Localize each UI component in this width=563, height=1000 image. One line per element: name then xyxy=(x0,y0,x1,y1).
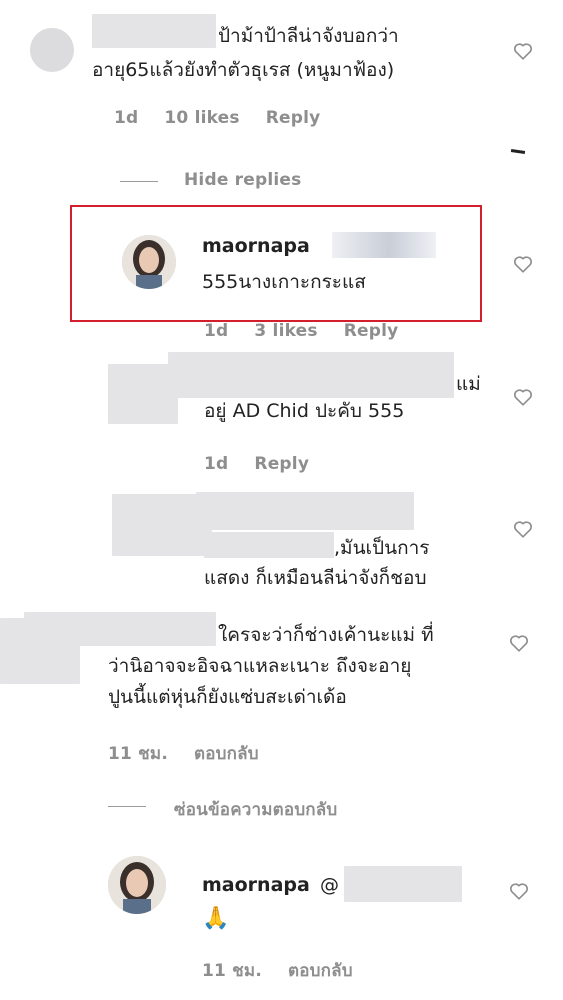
heart-outline-icon[interactable] xyxy=(512,518,534,540)
redacted-username xyxy=(168,352,454,398)
comment-time: 11 ชม. xyxy=(202,961,262,981)
avatar[interactable] xyxy=(122,235,176,289)
comment-text-line: ใครจะว่าก็ช่างเค้านะแม่ ที่ xyxy=(218,624,434,646)
reply-button[interactable]: Reply xyxy=(254,454,309,474)
comment-meta: 11 ชม. ตอบกลับ xyxy=(202,957,379,984)
redacted-username xyxy=(204,532,334,558)
redacted-username xyxy=(196,492,414,530)
username[interactable]: maornapa xyxy=(202,230,310,263)
emoji-folded-hands: 🙏 xyxy=(202,906,230,931)
avatar[interactable] xyxy=(30,28,74,72)
mention-prefix[interactable]: @ xyxy=(320,869,339,902)
reply-button[interactable]: ตอบกลับ xyxy=(288,961,353,981)
comment-time: 1d xyxy=(114,108,139,128)
redacted-username xyxy=(92,14,216,48)
username[interactable]: maornapa xyxy=(202,869,310,902)
comment-text-line: ป้าม้าป้าลีน่าจังบอกว่า xyxy=(218,25,399,47)
heart-outline-icon[interactable] xyxy=(508,880,530,902)
reply-button[interactable]: ตอบกลับ xyxy=(194,744,259,764)
heart-outline-icon[interactable] xyxy=(508,632,530,654)
comment-meta: 11 ชม. ตอบกลับ xyxy=(108,740,285,767)
hide-replies-button[interactable]: ซ่อนข้อความตอบกลับ xyxy=(174,796,337,823)
comment-text-line: ,มันเป็นการ xyxy=(334,537,430,559)
divider-line xyxy=(120,181,158,182)
hide-replies-button[interactable]: Hide replies xyxy=(184,170,301,190)
comment-time: 11 ชม. xyxy=(108,744,168,764)
redacted-mention xyxy=(332,232,436,258)
comment-text-line: แสดง ก็เหมือนลีน่าจังก็ชอบ xyxy=(204,567,427,589)
divider-line xyxy=(108,806,146,807)
comment-meta: 1d 10 likes Reply xyxy=(114,108,346,128)
avatar[interactable] xyxy=(108,856,166,914)
like-count[interactable]: 10 likes xyxy=(164,108,239,128)
like-count[interactable]: 3 likes xyxy=(254,321,317,341)
comment-text-line: ว่านิอาจจะอิจฉาแหละเนาะ ถึงจะอายุ xyxy=(108,655,412,677)
reply-button[interactable]: Reply xyxy=(266,108,321,128)
comment-time: 1d xyxy=(204,454,229,474)
heart-outline-icon[interactable] xyxy=(512,253,534,275)
comment-text-line: แม่ xyxy=(456,373,481,395)
stray-mark xyxy=(510,149,526,154)
comment-meta: 1d Reply xyxy=(204,454,335,474)
reply-button[interactable]: Reply xyxy=(344,321,399,341)
comment-time: 1d xyxy=(204,321,229,341)
comment-text-line: 555นางเกาะกระแส xyxy=(202,271,366,293)
heart-outline-icon[interactable] xyxy=(512,386,534,408)
redacted-mention xyxy=(344,866,462,902)
comment-text-line: อยู่ AD Chid ปะคับ 555 xyxy=(204,400,405,422)
comment-text-line: ปูนนี้แต่หุ่นก็ยังแซ่บสะเด่าเด้อ xyxy=(108,686,347,708)
comment-meta: 1d 3 likes Reply xyxy=(204,321,424,341)
heart-outline-icon[interactable] xyxy=(512,40,534,62)
comment-text-line: อายุ65แล้วยังทำตัวธุเรส (หนูมาฟ้อง) xyxy=(92,59,395,81)
redacted-username xyxy=(24,612,216,646)
